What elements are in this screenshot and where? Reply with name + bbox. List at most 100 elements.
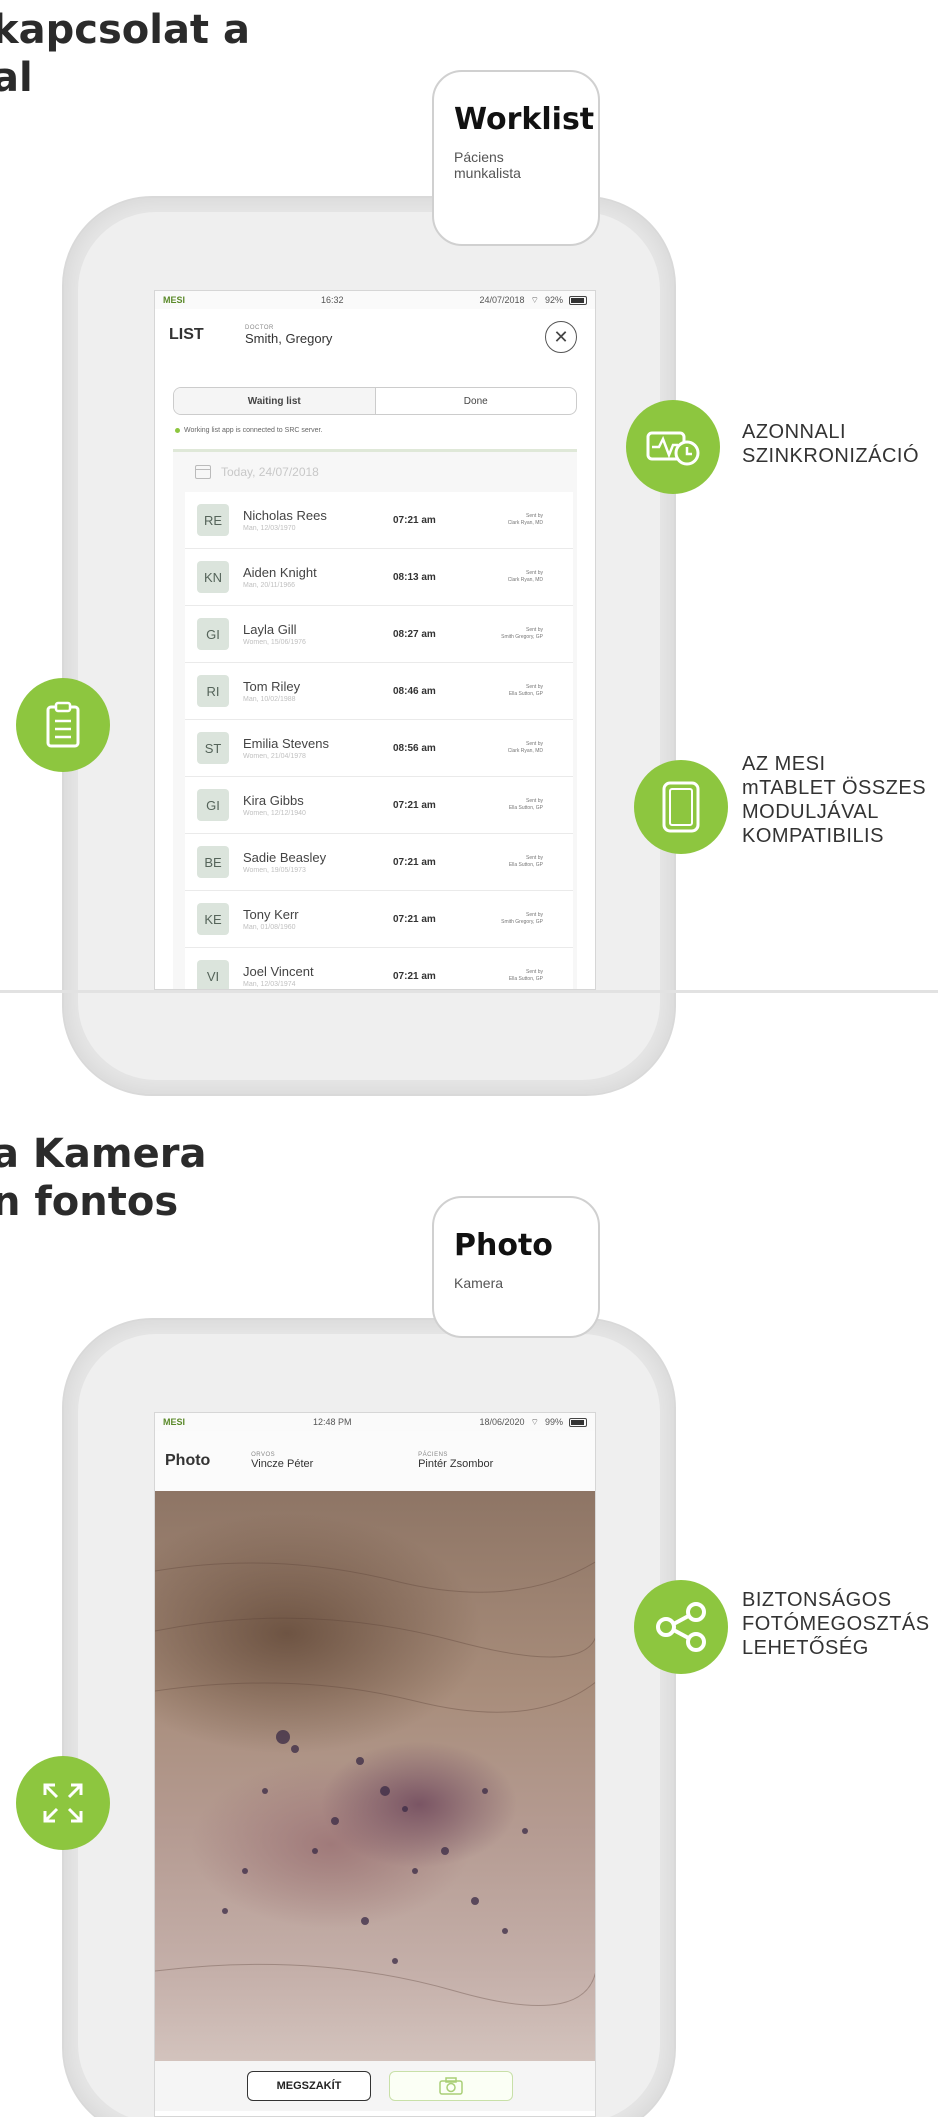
screen-title: LIST <box>169 326 204 343</box>
sent-by: Sent by Ella Sutton, GP <box>508 684 543 697</box>
appointment-time: 07:21 am <box>393 856 436 868</box>
patient-meta: Man, 10/02/1988 <box>243 696 296 703</box>
battery-percent-2: 99% <box>544 1417 563 1427</box>
patient-meta: Women, 15/06/1976 <box>243 639 306 646</box>
patient-info: Aiden Knight Man, 20/11/1966 <box>243 565 393 589</box>
patient-meta: Man, 12/03/1974 <box>243 981 296 988</box>
sent-by: Sent by Clark Ryan, MD <box>507 513 543 526</box>
camera-icon <box>439 2077 463 2095</box>
patient-avatar: VI <box>197 960 229 989</box>
brand-label-2: MESI <box>163 1417 186 1427</box>
photo-card: Photo Kamera <box>432 1196 600 1338</box>
sent-by: Sent by Clark Ryan, MD <box>507 741 543 754</box>
appointment-time: 07:21 am <box>393 799 436 811</box>
share-feature-label: BIZTONSÁGOS FOTÓMEGOSZTÁS LEHETŐSÉG <box>742 1589 930 1659</box>
patient-info: Nicholas Rees Man, 12/03/1970 <box>243 508 393 532</box>
patient-list: Today, 24/07/2018 RE Nicholas Rees Man, 12… <box>173 452 577 989</box>
appointment-time: 08:56 am <box>393 742 436 754</box>
section1-heading: kapcsolat a al <box>0 7 250 101</box>
tablet-feature-label: AZ MESI mTABLET ÖSSZES MODULJÁVAL KOMPAT… <box>742 753 927 847</box>
appointment-time: 08:13 am <box>393 571 436 583</box>
section-separator <box>0 990 938 993</box>
battery-icon <box>568 295 587 305</box>
expand-icon <box>43 1783 83 1823</box>
photo-screen-title: Photo <box>165 1452 211 1469</box>
doctor-block: DOCTOR Smith, Gregory <box>245 325 332 346</box>
patient-info: Kira Gibbs Women, 12/12/1940 <box>243 793 393 817</box>
patient-name: Tom Riley <box>243 679 301 694</box>
calendar-icon <box>195 465 211 479</box>
patient-row[interactable]: KE Tony Kerr Man, 01/08/1960 07:21 am Sent b… <box>185 891 573 948</box>
doctor-name: Smith, Gregory <box>245 330 333 346</box>
connection-text: Working list app is connected to SRC ser… <box>184 427 323 434</box>
date-label: Today, 24/07/2018 <box>221 465 319 479</box>
status-date-2: 18/06/2020 <box>479 1417 525 1427</box>
stop-button[interactable]: MEGSZAKÍT <box>247 2071 371 2101</box>
sent-by: Sent by Smith Gregory, GP <box>501 912 543 925</box>
patient-row[interactable]: GI Kira Gibbs Women, 12/12/1940 07:21 am Sen… <box>185 777 573 834</box>
patient-name: Aiden Knight <box>243 565 317 580</box>
patient-block: PÁCIENS Pintér Zsombor <box>418 1452 585 1470</box>
patient-row[interactable]: RI Tom Riley Man, 10/02/1988 08:46 am Sent b… <box>185 663 573 720</box>
patient-meta: Women, 19/05/1973 <box>243 867 306 874</box>
patient-info: Tom Riley Man, 10/02/1988 <box>243 679 393 703</box>
capture-button[interactable] <box>389 2071 513 2101</box>
patient-name: Kira Gibbs <box>243 793 304 808</box>
expand-feature <box>16 1756 110 1850</box>
appointment-time: 08:27 am <box>393 628 436 640</box>
close-icon: ✕ <box>553 326 569 347</box>
sync-feature-label: AZONNALI SZINKRONIZÁCIÓ <box>742 421 920 467</box>
appointment-time: 07:21 am <box>393 514 436 526</box>
patient-row[interactable]: KN Aiden Knight Man, 20/11/1966 08:13 am Sen… <box>185 549 573 606</box>
patient-name: Emilia Stevens <box>243 736 329 751</box>
photo-screen: MESI 12:48 PM 18/06/2020 ⌔ 99% Photo ORV… <box>154 1412 596 2117</box>
doctor-block-2: ORVOS Vincze Péter <box>251 1452 418 1470</box>
patient-row[interactable]: VI Joel Vincent Man, 12/03/1974 07:21 am Sen… <box>185 948 573 989</box>
sync-clock-icon <box>646 431 700 466</box>
tab-waiting-list[interactable]: Waiting list <box>174 388 376 414</box>
sent-by: Sent by Ella Sutton, GP <box>508 855 543 868</box>
share-icon <box>656 1602 706 1652</box>
patient-info: Emilia Stevens Women, 21/04/1978 <box>243 736 393 760</box>
status-bar: MESI 16:32 24/07/2018 ⌔ 92% <box>155 291 595 309</box>
wifi-icon-2: ⌔ <box>530 1416 539 1427</box>
clipboard-icon <box>46 701 80 748</box>
section2-heading: a Kamera n fontos <box>0 1131 207 1225</box>
status-time: 16:32 <box>320 295 344 305</box>
connection-status: Working list app is connected to SRC ser… <box>175 427 322 434</box>
patient-row[interactable]: BE Sadie Beasley Women, 19/05/1973 07:21 am… <box>185 834 573 891</box>
appointment-time: 07:21 am <box>393 970 436 982</box>
patient-info: Sadie Beasley Women, 19/05/1973 <box>243 850 393 874</box>
tablet-icon <box>662 781 700 833</box>
patient-avatar: RE <box>197 504 229 536</box>
patient-row[interactable]: GI Layla Gill Women, 15/06/1976 08:27 am Sen… <box>185 606 573 663</box>
patient-meta: Man, 01/08/1960 <box>243 924 296 931</box>
close-button[interactable]: ✕ <box>545 321 577 353</box>
patient-row[interactable]: ST Emilia Stevens Women, 21/04/1978 08:56 a… <box>185 720 573 777</box>
appointment-time: 08:46 am <box>393 685 436 697</box>
patient-meta: Man, 12/03/1970 <box>243 525 296 532</box>
card-title: Worklist <box>454 102 595 137</box>
patient-avatar: ST <box>197 732 229 764</box>
patient-name: Layla Gill <box>243 622 297 637</box>
worklist-card: Worklist Páciens munkalista <box>432 70 600 246</box>
sent-by: Sent by Smith Gregory, GP <box>501 627 543 640</box>
patient-name: Sadie Beasley <box>243 850 327 865</box>
photo-header: Photo ORVOS Vincze Péter PÁCIENS Pintér … <box>155 1431 595 1491</box>
patient-name: Pintér Zsombor <box>418 1458 494 1470</box>
battery-percent: 92% <box>544 295 563 305</box>
date-row: Today, 24/07/2018 <box>173 452 577 492</box>
patient-info: Joel Vincent Man, 12/03/1974 <box>243 964 393 988</box>
tab-done[interactable]: Done <box>376 388 577 414</box>
status-date: 24/07/2018 <box>479 295 525 305</box>
worklist-tabs: Waiting list Done <box>173 387 577 415</box>
patient-row[interactable]: RE Nicholas Rees Man, 12/03/1970 07:21 am Se… <box>185 492 573 549</box>
sent-by: Sent by Ella Sutton, GP <box>508 798 543 811</box>
patient-meta: Women, 12/12/1940 <box>243 810 306 817</box>
patient-name: Tony Kerr <box>243 907 299 922</box>
sent-by: Sent by Clark Ryan, MD <box>507 570 543 583</box>
camera-preview-image[interactable] <box>155 1491 595 2061</box>
patient-avatar: BE <box>197 846 229 878</box>
patient-name: Joel Vincent <box>243 964 314 979</box>
card-title-2: Photo <box>454 1228 553 1263</box>
